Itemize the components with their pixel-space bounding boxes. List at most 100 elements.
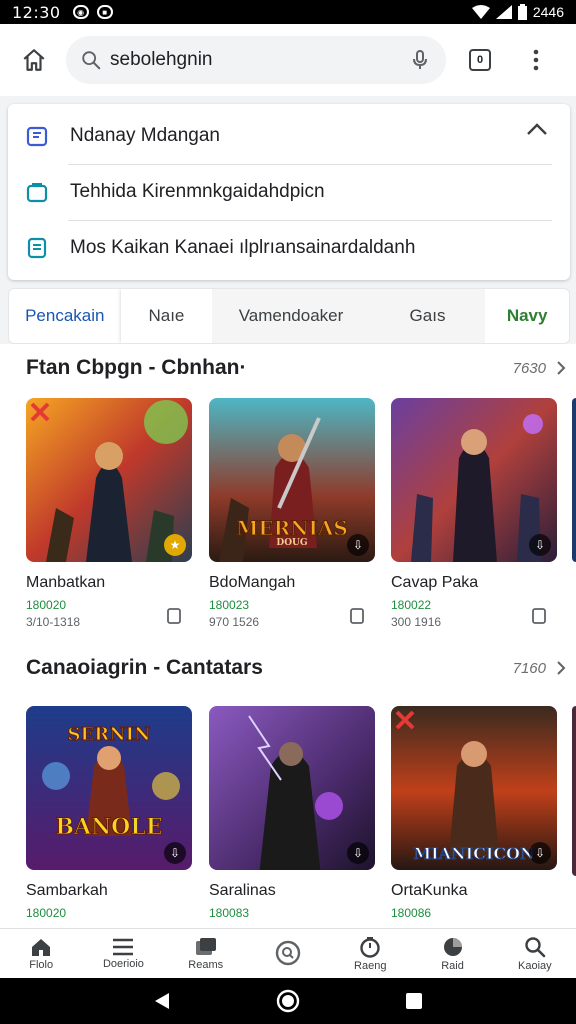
pie-icon — [443, 937, 462, 956]
nav-item-home[interactable]: Flolo — [0, 929, 82, 978]
nav-item-timer[interactable]: Raeng — [329, 929, 411, 978]
status-right-text: 2446 — [532, 4, 564, 20]
tab-vamendoaker[interactable]: Vamendoaker — [212, 289, 370, 343]
game-thumbnail: ⇩ — [209, 706, 375, 870]
collapse-chevron-icon[interactable] — [526, 122, 548, 136]
timer-icon — [360, 936, 380, 958]
back-icon[interactable] — [153, 991, 171, 1011]
search-input[interactable] — [110, 49, 408, 71]
suggestion-item[interactable]: Mos Kaikan Kanaei ılplrıansainardaldanh — [8, 220, 570, 276]
status-notification-icons: ◉ ■ — [72, 5, 113, 19]
game-card[interactable]: ⇩ Cavap Paka 180022 300 1916 — [391, 398, 557, 629]
nav-label: Doerioio — [102, 957, 144, 970]
card-title: Saralinas — [209, 882, 276, 899]
nav-label: Reams — [188, 958, 224, 971]
menu-icon — [113, 938, 134, 955]
section-title: Canaoiagrin - Cantatars — [26, 656, 263, 679]
tab-naie[interactable]: Naıe — [120, 289, 213, 343]
nav-item-library[interactable]: Reams — [165, 929, 247, 978]
chat-icon: ◉ — [72, 5, 89, 19]
nav-label: Raid — [441, 959, 464, 972]
game-card[interactable]: SERNIN BANOLE ⇩ Sambarkah 180020 — [26, 706, 192, 920]
system-navigation-bar — [0, 978, 576, 1024]
more-vert-icon — [533, 49, 539, 71]
bookmark-icon[interactable] — [166, 607, 182, 625]
suggestion-text: Ndanay Mdangan — [70, 125, 220, 146]
suggestion-item[interactable]: Tehhida Kirenmnkgaidahdpicn — [8, 164, 570, 220]
home-circle-icon[interactable] — [276, 989, 300, 1013]
bookmark-icon[interactable] — [531, 607, 547, 625]
address-bar[interactable] — [66, 36, 446, 84]
card-title: Sambarkah — [26, 882, 108, 899]
card-title: Cavap Paka — [391, 574, 479, 591]
game-thumbnail: SERNIN BANOLE ⇩ — [26, 706, 192, 870]
suggestion-text: Mos Kaikan Kanaei ılplrıansainardaldanh — [70, 237, 416, 258]
nav-label: Kaoiay — [518, 959, 552, 972]
status-right: 2446 — [471, 4, 564, 20]
card-meta: 180020 — [26, 906, 67, 920]
nav-item-search[interactable] — [247, 929, 329, 978]
thumbnail-title-text: BANOLE — [55, 814, 163, 841]
thumbnail-top-text: SERNIN — [67, 724, 151, 746]
section-header[interactable]: Ftan Cbpgn - Cbnhan· 7630 — [26, 348, 566, 388]
next-card-peek — [572, 706, 576, 876]
download-badge-icon: ⇩ — [347, 534, 369, 556]
game-card[interactable]: MIANICICON ⇩ OrtaKunka 180086 — [391, 706, 557, 920]
magnify-icon — [525, 936, 546, 957]
game-thumbnail: MIANICICON ⇩ — [391, 706, 557, 870]
search-icon — [82, 51, 101, 70]
nav-item-kaoiay[interactable]: Kaoiay — [494, 929, 576, 978]
nav-label: Raeng — [354, 959, 387, 972]
signal-icon — [495, 5, 512, 19]
tab-navy[interactable]: Navy — [485, 289, 569, 343]
next-card-peek — [572, 398, 576, 562]
library-icon — [195, 937, 216, 955]
suggestion-item[interactable]: Ndanay Mdangan — [8, 108, 570, 164]
status-time: 12:30 — [12, 2, 61, 22]
category-tabs: Pencakain Naıe Vamendoaker Gaıs Navy — [8, 288, 570, 344]
home-icon — [23, 49, 45, 71]
overflow-menu-button[interactable] — [516, 40, 556, 80]
card-title: Manbatkan — [26, 574, 106, 591]
battery-icon — [517, 4, 527, 20]
search-circle-icon — [275, 940, 301, 965]
wifi-icon — [471, 5, 490, 19]
game-thumbnail: MERNIAS DOUG ⇩ — [209, 398, 375, 562]
bag-suggest-icon — [26, 183, 48, 203]
download-badge-icon: ⇩ — [529, 534, 551, 556]
doc-suggest-icon — [27, 237, 47, 259]
tab-count: 0 — [469, 49, 491, 71]
home-icon — [32, 938, 51, 956]
section-header[interactable]: Canaoiagrin - Cantatars 7160 — [26, 648, 566, 688]
rating-badge-icon: ★ — [164, 534, 186, 556]
chevron-right-icon — [557, 661, 566, 675]
home-button[interactable] — [14, 40, 54, 80]
mic-icon[interactable] — [408, 48, 432, 72]
tab-pencakain[interactable]: Pencakain — [9, 289, 121, 343]
tab-gais[interactable]: Gaıs — [369, 289, 486, 343]
download-badge-icon: ⇩ — [529, 842, 551, 864]
history-icon — [26, 126, 48, 147]
game-card[interactable]: MERNIAS DOUG ⇩ BdoMangah 180023 970 1526 — [209, 398, 375, 629]
nav-label: Flolo — [29, 958, 54, 971]
bag-icon: ■ — [96, 5, 113, 19]
card-title: OrtaKunka — [391, 882, 468, 899]
nav-item-raid[interactable]: Raid — [411, 929, 493, 978]
section-count: 7160 — [512, 659, 546, 677]
section-title: Ftan Cbpgn - Cbnhan· — [26, 356, 247, 379]
game-card[interactable]: ★ Manbatkan 180020 3/10-1318 — [26, 398, 192, 629]
download-badge-icon: ⇩ — [164, 842, 186, 864]
bookmark-icon[interactable] — [349, 607, 365, 625]
recents-icon[interactable] — [405, 992, 423, 1010]
suggestion-panel: Ndanay Mdangan Tehhida Kirenmnkgaidahdpi… — [8, 104, 570, 280]
section-count: 7630 — [512, 359, 546, 377]
chevron-right-icon — [557, 361, 566, 375]
nav-item-menu[interactable]: Doerioio — [82, 929, 164, 978]
status-bar: 12:30 ◉ ■ 2446 — [0, 0, 576, 24]
card-meta: 180083 — [209, 906, 250, 920]
browser-toolbar: 0 — [0, 24, 576, 96]
tab-switcher-button[interactable]: 0 — [460, 40, 500, 80]
game-thumbnail: ★ — [26, 398, 192, 562]
suggestion-text: Tehhida Kirenmnkgaidahdpicn — [70, 181, 325, 202]
game-card[interactable]: ⇩ Saralinas 180083 — [209, 706, 375, 920]
